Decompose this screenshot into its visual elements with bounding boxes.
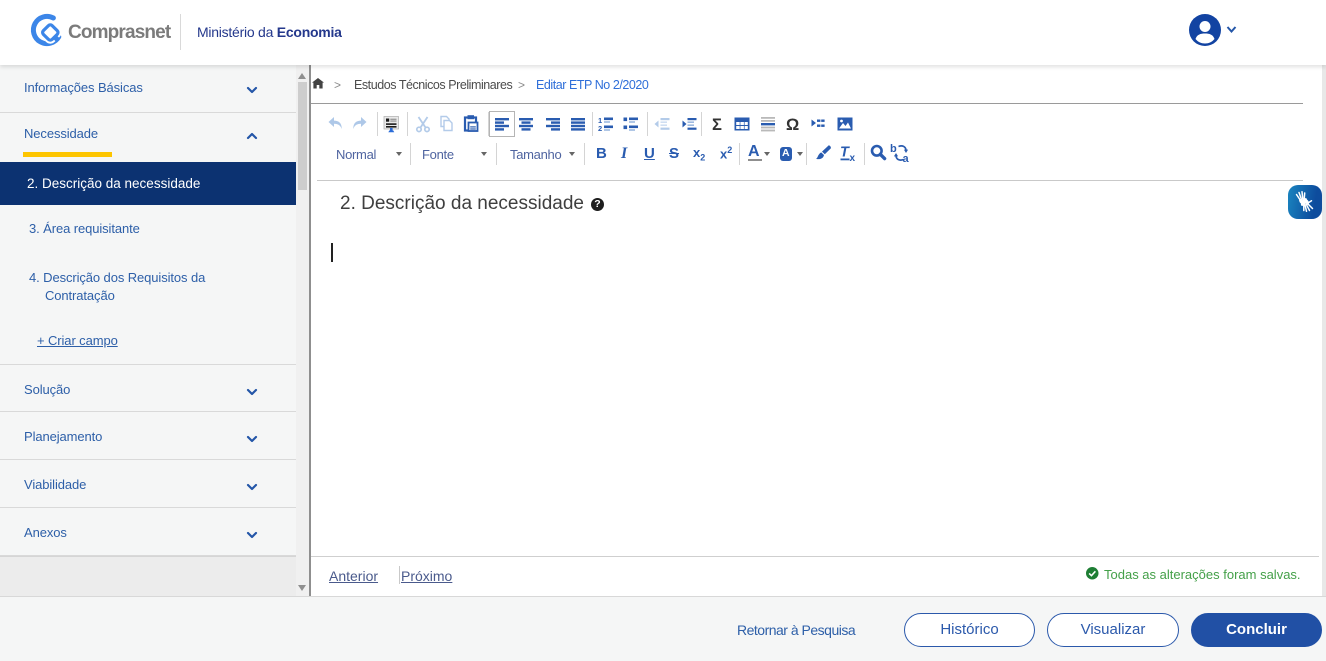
svg-text:2: 2: [598, 124, 602, 133]
svg-text:a: a: [903, 153, 910, 164]
svg-text:Ω: Ω: [786, 116, 799, 134]
svg-text:Σ: Σ: [712, 116, 722, 134]
svg-text:x: x: [850, 153, 856, 164]
svg-text:T: T: [840, 145, 850, 161]
